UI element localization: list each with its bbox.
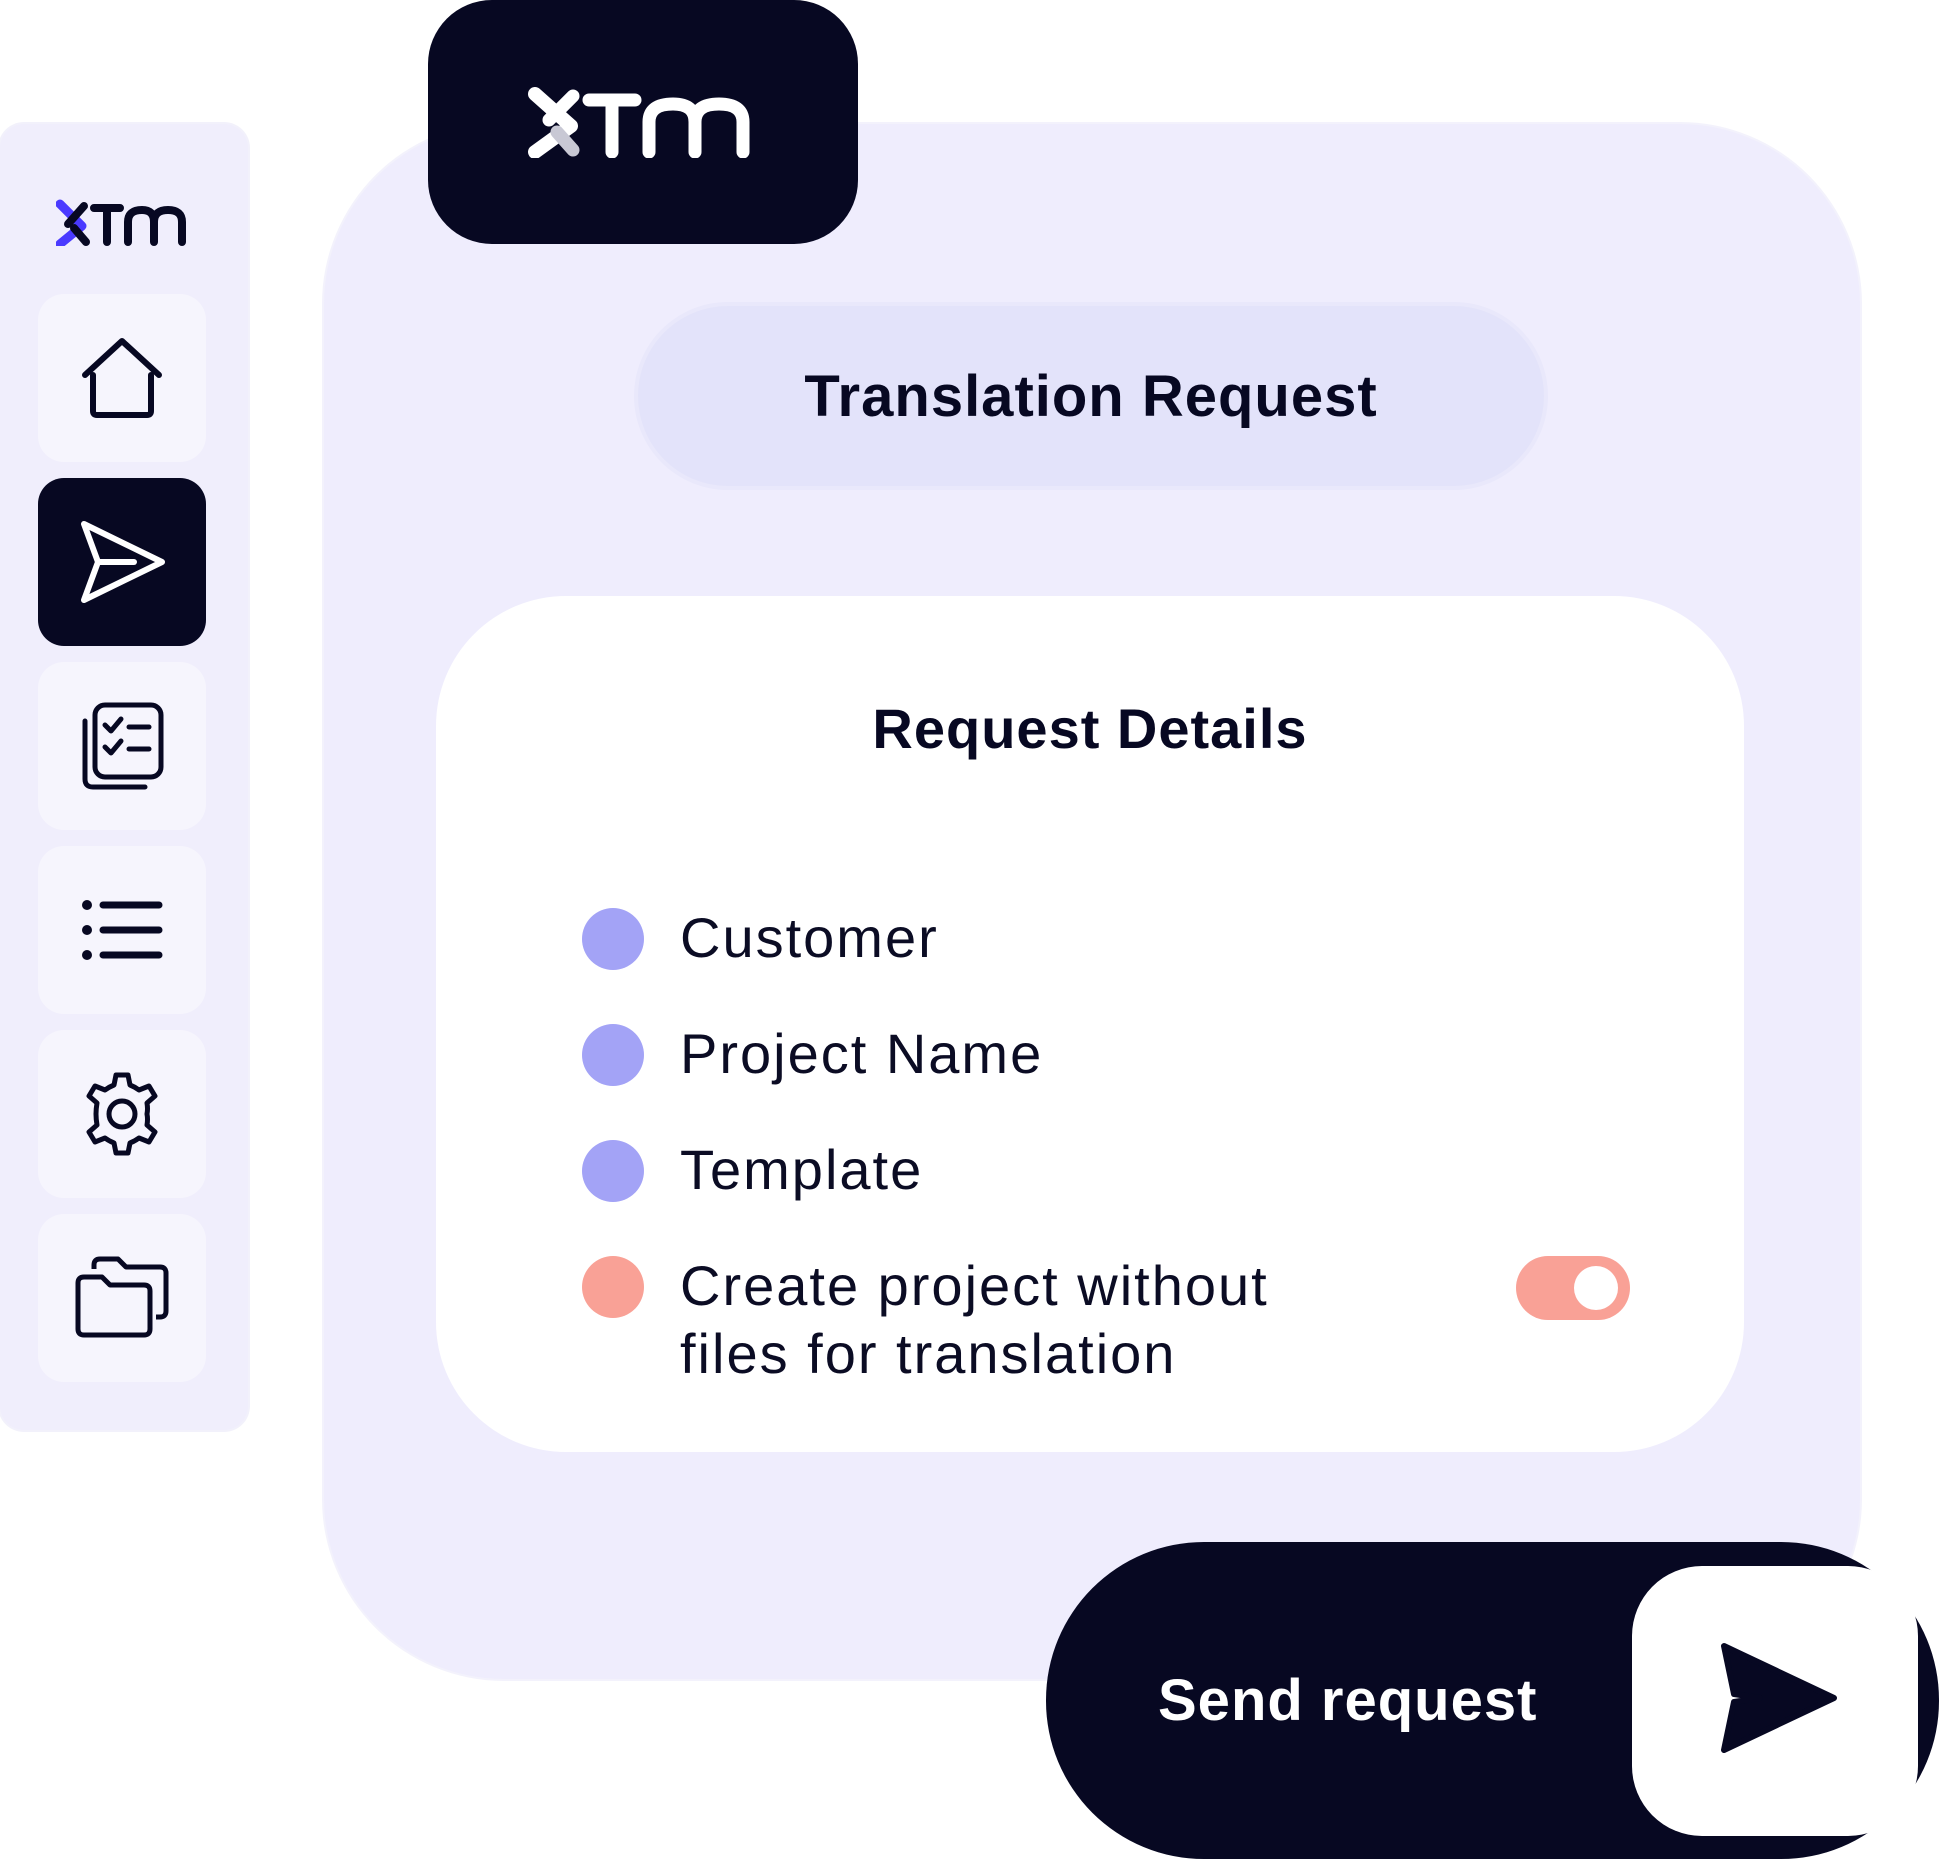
create-without-files-bullet xyxy=(582,1256,644,1318)
sidebar-item-send[interactable] xyxy=(38,478,206,646)
sidebar-item-list[interactable] xyxy=(38,846,206,1014)
send-icon xyxy=(1721,1643,1837,1753)
template-label: Template xyxy=(680,1138,924,1201)
customer-label: Customer xyxy=(680,906,939,969)
field-template[interactable]: Template xyxy=(582,1138,923,1204)
send-request-label: Send request xyxy=(1158,1668,1538,1733)
request-details-card: Request Details Customer Project Name Te… xyxy=(436,596,1744,1452)
sidebar-item-home[interactable] xyxy=(38,294,206,462)
page-title: Translation Request xyxy=(804,363,1378,429)
toggle-knob xyxy=(1574,1266,1618,1310)
field-project-name[interactable]: Project Name xyxy=(582,1022,1043,1088)
checklist-icon xyxy=(82,702,164,790)
send-icon xyxy=(81,521,165,603)
send-request-button[interactable]: Send request xyxy=(1046,1542,1939,1859)
brand-badge xyxy=(428,0,858,244)
gear-icon xyxy=(86,1072,158,1156)
xtm-logo xyxy=(528,87,750,158)
create-without-files-toggle[interactable] xyxy=(1516,1256,1630,1320)
project-name-bullet xyxy=(582,1024,644,1086)
folder-icon xyxy=(75,1256,169,1338)
template-bullet xyxy=(582,1140,644,1202)
create-without-files-label-line2: files for translation xyxy=(680,1322,1177,1385)
home-icon xyxy=(82,338,162,418)
page-title-pill: Translation Request xyxy=(638,306,1544,486)
send-icon-box xyxy=(1632,1566,1918,1836)
field-customer[interactable]: Customer xyxy=(582,906,939,972)
app-stage: Translation Request Request Details Cust… xyxy=(0,0,1939,1859)
sidebar-item-files[interactable] xyxy=(38,1214,206,1382)
list-icon xyxy=(82,900,163,960)
field-create-without-files: Create project without files for transla… xyxy=(582,1254,1269,1388)
create-without-files-label-line1: Create project without xyxy=(680,1254,1269,1317)
create-without-files-label: Create project without files for transla… xyxy=(680,1252,1269,1388)
sidebar-logo xyxy=(56,199,186,246)
customer-bullet xyxy=(582,908,644,970)
sidebar-item-settings[interactable] xyxy=(38,1030,206,1198)
sidebar-item-tasks[interactable] xyxy=(38,662,206,830)
project-name-label: Project Name xyxy=(680,1022,1044,1085)
details-title: Request Details xyxy=(872,697,1308,760)
